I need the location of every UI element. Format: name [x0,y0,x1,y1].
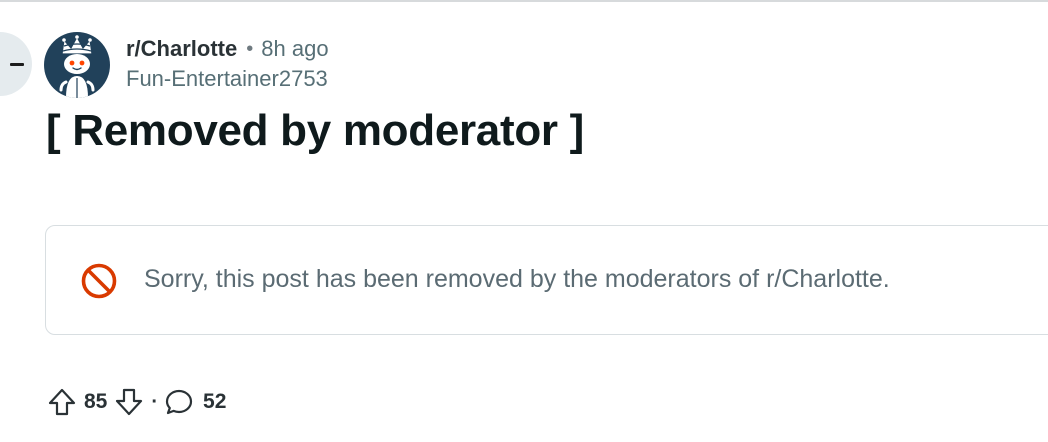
comment-icon[interactable] [163,386,195,418]
prohibited-icon [81,263,117,299]
actions-separator: · [151,390,159,413]
back-button[interactable] [0,32,32,96]
comment-count: 52 [203,390,227,413]
top-divider [0,0,1048,2]
post-actions: 85 · 52 [46,384,226,420]
snoo-crown-icon [59,35,95,98]
post-age: 8h ago [261,36,329,61]
upvote-icon[interactable] [46,386,78,418]
subreddit-avatar[interactable] [44,32,110,98]
meta-separator: • [246,37,254,60]
removal-message: Sorry, this post has been removed by the… [144,265,890,293]
post-title: [ Removed by moderator ] [46,106,585,155]
author-link[interactable]: Fun-Entertainer2753 [126,66,329,92]
back-arrow-icon [10,62,24,66]
subreddit-link[interactable]: r/Charlotte [126,36,237,62]
downvote-icon[interactable] [113,386,145,418]
vote-count: 85 [84,390,108,413]
post-meta: r/Charlotte • 8h ago Fun-Entertainer2753 [126,34,329,92]
removal-notice: Sorry, this post has been removed by the… [45,225,1048,335]
